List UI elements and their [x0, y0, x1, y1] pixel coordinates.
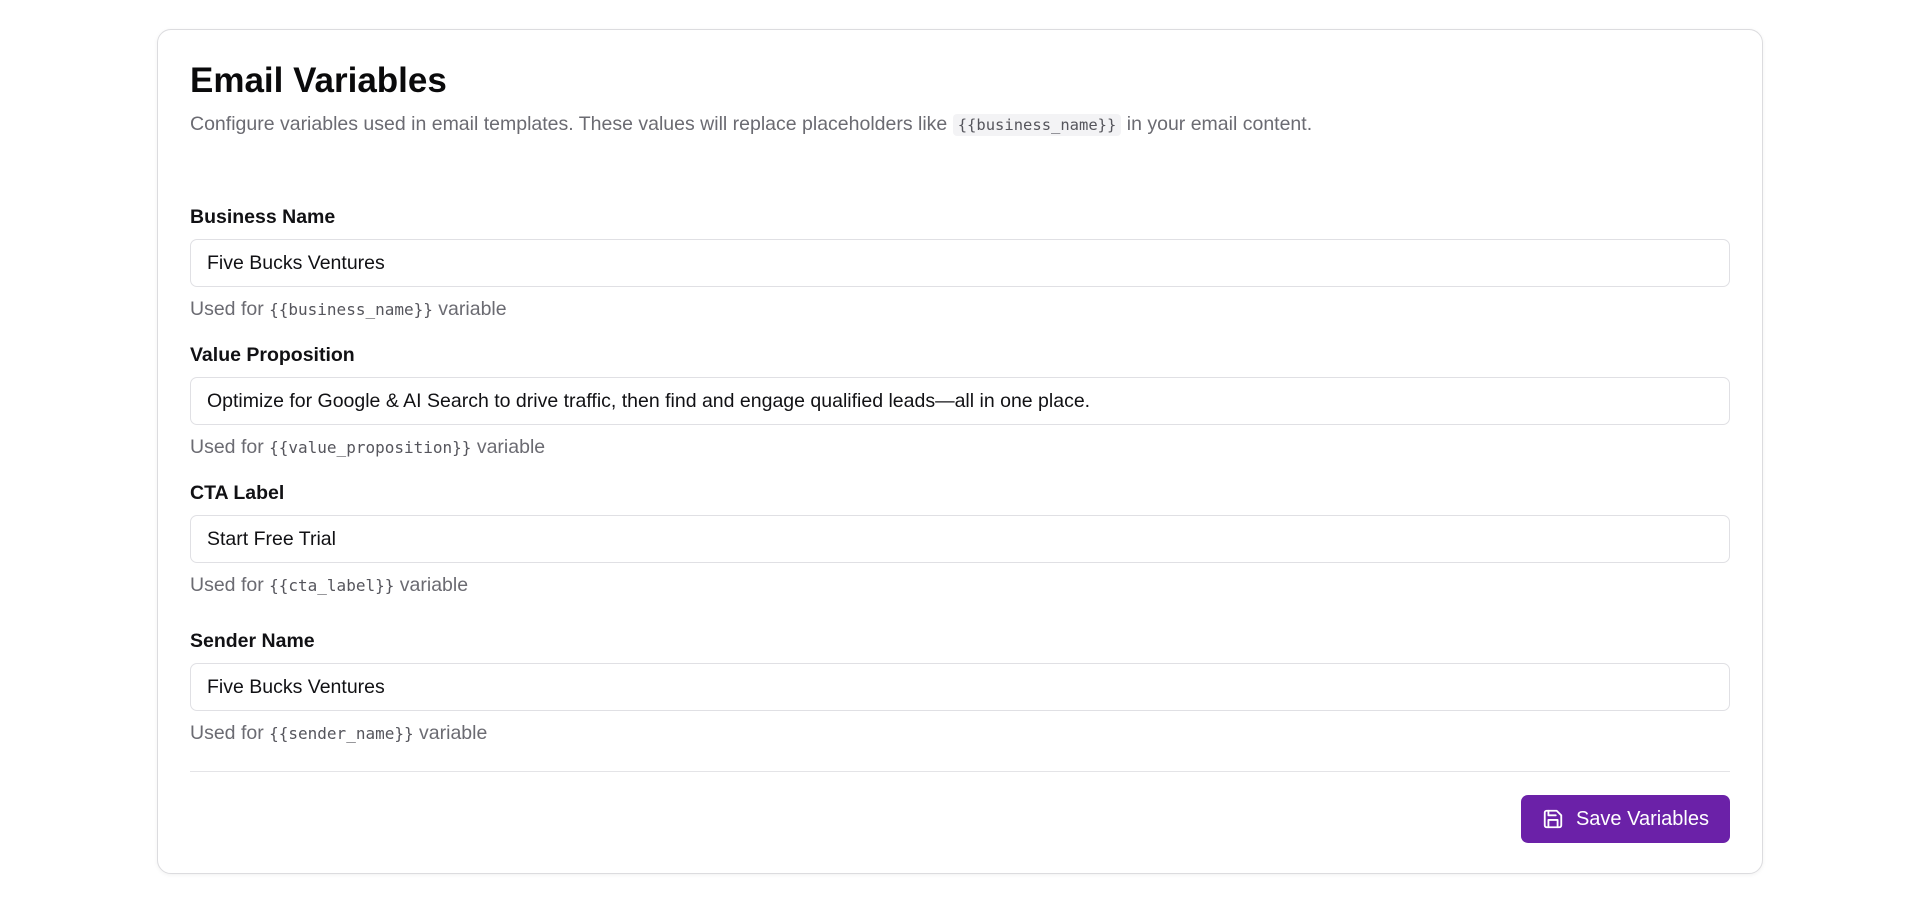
page-title: Email Variables — [190, 61, 447, 100]
card-header: Email Variables Configure variables used… — [190, 60, 1730, 139]
save-button-label: Save Variables — [1575, 807, 1709, 830]
business-name-field-group: Business Name Used for {{business_name}}… — [190, 205, 1730, 324]
sender-name-input[interactable] — [190, 663, 1730, 711]
help-variable-code: {{business_name}} — [269, 300, 433, 319]
save-icon — [1542, 808, 1564, 830]
value-proposition-field-group: Value Proposition Used for {{value_propo… — [190, 343, 1730, 462]
sender-name-help: Used for {{sender_name}} variable — [190, 719, 1730, 748]
help-suffix: variable — [432, 298, 507, 320]
sender-name-field-group: Sender Name Used for {{sender_name}} var… — [190, 629, 1730, 748]
help-prefix: Used for — [190, 574, 270, 596]
value-proposition-help: Used for {{value_proposition}} variable — [190, 433, 1730, 462]
placeholder-example-code: {{business_name}} — [952, 114, 1122, 136]
business-name-input[interactable] — [190, 239, 1730, 287]
help-suffix: variable — [413, 722, 488, 744]
business-name-help: Used for {{business_name}} variable — [190, 295, 1730, 324]
business-name-label: Business Name — [190, 206, 336, 228]
sender-name-label: Sender Name — [190, 630, 315, 652]
page-description: Configure variables used in email templa… — [190, 110, 1730, 139]
description-text-start: Configure variables used in email templa… — [190, 113, 953, 135]
help-suffix: variable — [394, 574, 469, 596]
value-proposition-input[interactable] — [190, 377, 1730, 425]
help-variable-code: {{cta_label}} — [269, 576, 395, 595]
help-prefix: Used for — [190, 298, 270, 320]
help-variable-code: {{sender_name}} — [269, 724, 414, 743]
help-suffix: variable — [471, 436, 546, 458]
footer-divider — [190, 771, 1730, 772]
cta-label-field-group: CTA Label Used for {{cta_label}} variabl… — [190, 481, 1730, 600]
help-prefix: Used for — [190, 436, 270, 458]
email-variables-card: Email Variables Configure variables used… — [157, 29, 1763, 874]
help-prefix: Used for — [190, 722, 270, 744]
description-text-end: in your email content. — [1121, 113, 1313, 135]
cta-label-label: CTA Label — [190, 482, 285, 504]
value-proposition-label: Value Proposition — [190, 344, 355, 366]
help-variable-code: {{value_proposition}} — [269, 438, 472, 457]
cta-label-input[interactable] — [190, 515, 1730, 563]
save-variables-button[interactable]: Save Variables — [1520, 795, 1730, 843]
cta-label-help: Used for {{cta_label}} variable — [190, 571, 1730, 600]
